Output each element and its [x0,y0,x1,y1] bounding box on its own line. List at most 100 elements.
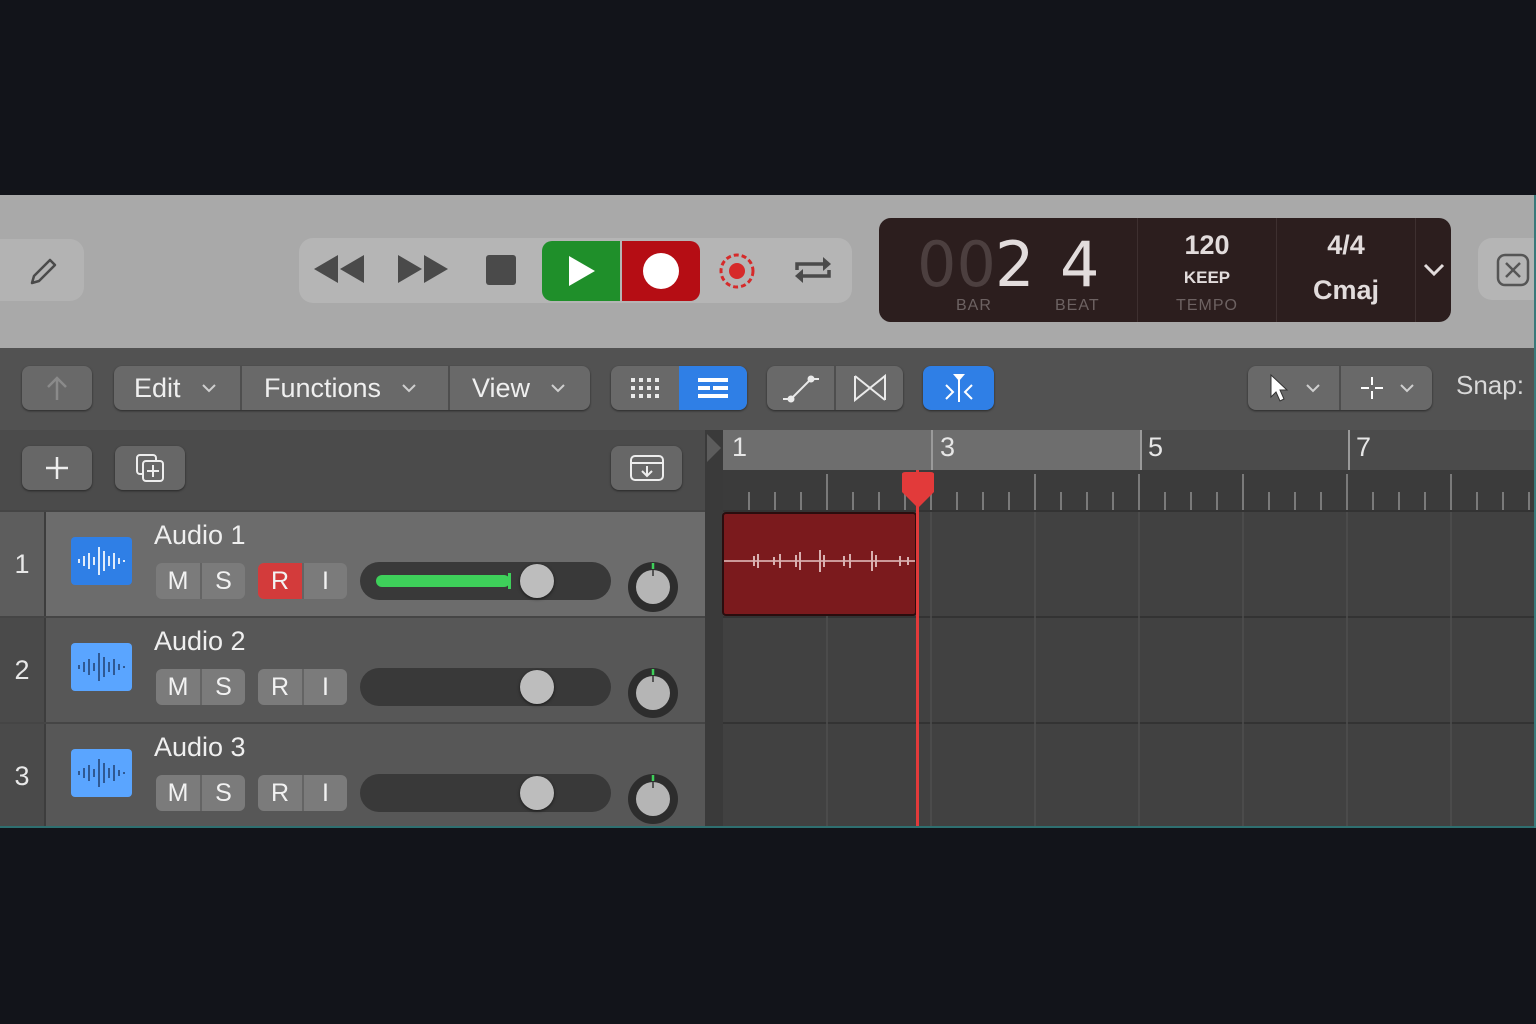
lcd-menu-chevron-icon[interactable] [1423,262,1445,278]
solo-button[interactable]: S [202,563,245,599]
record-enable-button[interactable]: R [258,669,302,705]
record-icon [643,253,679,289]
close-icon [1496,253,1530,287]
edit-menu-label: Edit [134,372,181,403]
mute-solo-group: M S [156,775,245,811]
playhead-line[interactable] [916,470,919,828]
lcd-bar-label: BAR [956,297,992,314]
solo-button[interactable]: S [202,669,245,705]
menu-divider [240,366,242,410]
track-row[interactable]: 2 Audio 2 M S R I [0,616,705,723]
snap-to-grid-button[interactable] [923,366,994,410]
close-button[interactable] [1478,238,1536,300]
tracks-view-button[interactable] [679,366,747,410]
crosshair-tool-menu[interactable] [1341,366,1432,410]
track-number: 1 [0,512,46,617]
stop-button[interactable] [478,247,524,293]
add-track-button[interactable] [22,446,92,490]
level-meter [376,575,510,587]
input-monitor-button[interactable]: I [304,669,347,705]
functions-menu[interactable]: Functions [264,366,417,410]
stop-icon [486,255,516,285]
chevron-down-icon [201,384,216,393]
plus-icon [46,457,68,479]
play-button[interactable] [542,241,620,301]
lcd-bar-prefix: 00 [917,228,996,301]
tempo-value[interactable]: 120 [1147,230,1267,261]
beat-ticks [748,474,1530,510]
volume-fader[interactable] [360,562,611,600]
mute-button[interactable]: M [156,669,200,705]
lcd-display[interactable]: 00 2 4 BAR BEAT 120 KEEP TEMPO 4/4 Cmaj [879,218,1451,322]
chevron-down-icon [1399,384,1414,393]
audio-waveform-icon [71,537,132,585]
track-row[interactable]: 3 Audio 3 M S R I [0,722,705,828]
volume-fader[interactable] [360,668,611,706]
pointer-tool-menu[interactable] [1248,366,1339,410]
track-name[interactable]: Audio 2 [154,626,246,657]
lcd-divider [1276,218,1277,322]
cycle-icon [795,257,831,283]
pencil-tool-button[interactable] [0,239,84,301]
beat-ruler[interactable] [723,470,1536,512]
arrange-left-gutter [705,430,723,828]
record-button[interactable] [622,241,700,301]
mute-button[interactable]: M [156,775,200,811]
bar-number: 7 [1356,432,1372,462]
replace-record-button[interactable] [714,248,760,294]
window-bottom-edge [0,826,1536,828]
fader-knob[interactable] [520,670,554,704]
tempo-label: TEMPO [1176,297,1238,314]
input-monitor-button[interactable]: I [304,775,347,811]
import-button[interactable] [611,446,682,490]
flex-button[interactable] [836,366,903,410]
lcd-beat-label: BEAT [1055,297,1100,314]
duplicate-track-button[interactable] [115,446,185,490]
key-signature[interactable]: Cmaj [1286,275,1406,306]
pencil-icon [30,258,57,285]
track-name[interactable]: Audio 3 [154,732,246,763]
volume-fader[interactable] [360,774,611,812]
record-enable-button[interactable]: R [258,775,302,811]
pan-knob[interactable] [626,560,680,614]
ruler-arrow-icon [707,434,721,462]
transport-bar: 00 2 4 BAR BEAT 120 KEEP TEMPO 4/4 Cmaj [0,195,1536,348]
grid-view-button[interactable] [611,366,679,410]
crosshair-icon [1360,377,1383,399]
input-monitor-button[interactable]: I [304,563,347,599]
mute-solo-group: M S [156,563,245,599]
time-signature[interactable]: 4/4 [1286,230,1406,261]
fader-knob[interactable] [520,564,554,598]
fast-forward-button[interactable] [392,247,454,291]
mute-button[interactable]: M [156,563,200,599]
rewind-icon [314,255,364,283]
audio-waveform-icon [71,643,132,691]
menu-divider [448,366,450,410]
rewind-button[interactable] [308,247,370,291]
tracks-view-icon [698,378,728,398]
fast-forward-icon [398,255,448,283]
view-menu[interactable]: View [472,366,566,410]
record-input-group: R I [258,563,347,599]
functions-menu-label: Functions [264,372,382,403]
solo-button[interactable]: S [202,775,245,811]
track-number: 2 [0,618,46,723]
pan-knob[interactable] [626,666,680,720]
bar-number: 3 [940,432,956,462]
pan-knob[interactable] [626,772,680,826]
fader-knob[interactable] [520,776,554,810]
automation-button[interactable] [767,366,834,410]
play-icon [569,256,595,286]
edit-menu[interactable]: Edit [134,366,217,410]
lcd-bar-value: 2 [995,228,1035,301]
playhead-marker-icon[interactable] [898,470,938,510]
cycle-button[interactable] [786,247,840,293]
tracks-area[interactable]: 1 3 5 7 [705,430,1536,828]
track-row[interactable]: 1 Audio 1 M S R I [0,510,705,617]
back-button[interactable] [22,366,92,410]
record-enable-button[interactable]: R [258,563,302,599]
audio-region[interactable] [722,512,917,616]
ruler-bar-line [1140,430,1142,470]
track-header-toolbar [0,430,705,512]
track-name[interactable]: Audio 1 [154,520,246,551]
